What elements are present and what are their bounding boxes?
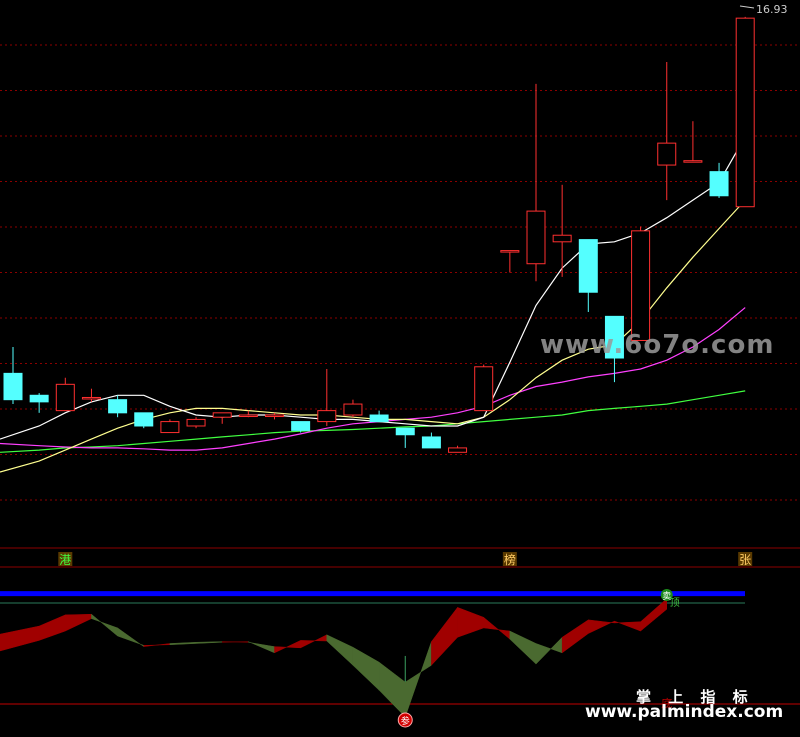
reference-label: 参 bbox=[401, 715, 410, 727]
candle-body bbox=[212, 412, 232, 418]
candle-body bbox=[238, 414, 258, 418]
price-label-pointer bbox=[739, 5, 755, 9]
watermark-6o7o: www.6o7o.com bbox=[540, 330, 775, 360]
indicator-fill bbox=[640, 598, 667, 632]
indicator-fill bbox=[91, 613, 118, 637]
indicator-fill bbox=[378, 661, 406, 718]
indicator-fill bbox=[169, 641, 197, 646]
indicator-fill bbox=[614, 620, 641, 632]
candle-body bbox=[421, 436, 441, 449]
candle-body bbox=[657, 142, 677, 166]
candle-body bbox=[578, 239, 598, 293]
indicator-fill bbox=[431, 606, 458, 666]
candle-body bbox=[735, 17, 755, 208]
signal-label: 张 bbox=[739, 553, 751, 567]
indicator-fill bbox=[509, 630, 537, 665]
indicator-fill bbox=[588, 619, 615, 634]
indicator-fill bbox=[561, 619, 589, 654]
indicator-fill bbox=[535, 636, 563, 665]
candle-body bbox=[160, 421, 180, 434]
indicator-fill bbox=[117, 627, 144, 648]
indicator-fill bbox=[274, 639, 301, 654]
indicator-fill bbox=[352, 646, 380, 691]
indicator-fill bbox=[221, 641, 249, 643]
signal-labels: 港榜张 bbox=[58, 552, 753, 567]
candle-body bbox=[448, 447, 468, 453]
candle-body bbox=[709, 171, 729, 197]
candle-body bbox=[552, 234, 572, 243]
candle-body bbox=[265, 414, 284, 418]
candle-body bbox=[81, 396, 101, 400]
max-price-label: 16.93 bbox=[756, 3, 788, 16]
candlestick-series bbox=[3, 16, 755, 453]
candle-body bbox=[369, 414, 389, 423]
stock-chart: 港榜张 卖顶底参 16.93 bbox=[0, 3, 800, 728]
candle-body bbox=[186, 418, 206, 427]
candle-body bbox=[3, 372, 23, 401]
candle-body bbox=[395, 427, 415, 436]
candle-body bbox=[291, 421, 311, 431]
candle-body bbox=[683, 160, 703, 163]
signal-label: 榜 bbox=[504, 552, 516, 567]
indicator-fill bbox=[300, 634, 328, 649]
indicator-fill bbox=[143, 643, 171, 647]
indicator-fill bbox=[457, 607, 484, 638]
candle-body bbox=[500, 250, 520, 253]
candle-body bbox=[108, 399, 128, 414]
indicator-fill bbox=[405, 641, 432, 718]
indicator-fill bbox=[38, 614, 66, 641]
candle-body bbox=[317, 410, 337, 423]
candle-body bbox=[343, 403, 363, 416]
indicator-fill bbox=[326, 634, 354, 666]
candle-body bbox=[631, 230, 651, 341]
candle-body bbox=[134, 412, 154, 427]
candle-body bbox=[29, 394, 49, 403]
indicator-fill bbox=[483, 616, 511, 640]
watermark-palmindex: www.palmindex.com bbox=[585, 702, 784, 722]
indicator-fill bbox=[248, 641, 275, 654]
top-label: 顶 bbox=[670, 597, 680, 609]
signal-label: 港 bbox=[59, 553, 71, 567]
candle-body bbox=[474, 366, 494, 412]
price-grid bbox=[0, 44, 800, 568]
indicator-fill bbox=[195, 641, 223, 644]
candle-body bbox=[526, 210, 546, 265]
indicator-fill bbox=[0, 625, 40, 652]
candle-body bbox=[55, 383, 75, 412]
indicator-fill bbox=[65, 613, 92, 632]
